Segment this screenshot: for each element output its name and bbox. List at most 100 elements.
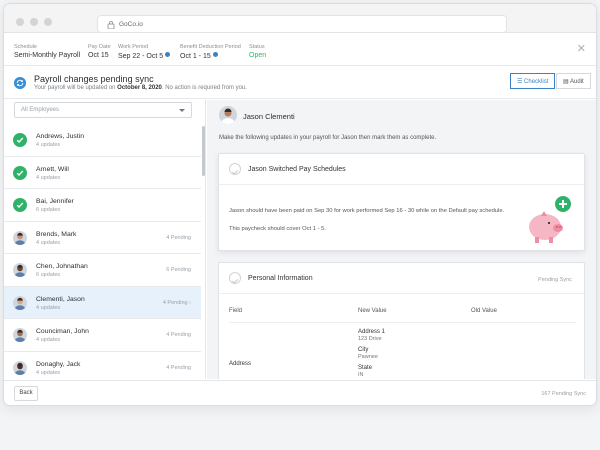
benefit-period-value: Oct 1 - 15: [180, 53, 211, 60]
sync-icon: [14, 77, 26, 89]
update-count: 4 updates: [36, 142, 61, 148]
instruction-text: Make the following updates in your payro…: [219, 135, 437, 141]
pending-count: 6 Pending: [166, 267, 191, 273]
lock-icon: [107, 20, 115, 29]
banner-title: Payroll changes pending sync: [34, 74, 154, 84]
employee-name: Arnett, Will: [36, 165, 69, 173]
update-count: 6 updates: [36, 207, 61, 213]
info-icon[interactable]: [165, 52, 171, 57]
banner-description: Your payroll will be updated on October …: [34, 85, 247, 91]
divider: [229, 322, 576, 323]
close-icon[interactable]: ✕: [577, 42, 586, 55]
check-circle-icon: [13, 198, 27, 212]
update-count: 4 updates: [36, 304, 61, 311]
divider: [219, 293, 584, 294]
field-name: Address: [229, 361, 252, 367]
schedule-info: Schedule Semi-Monthly Payroll: [14, 44, 80, 59]
update-count: 4 updates: [36, 239, 61, 246]
employee-list: Andrews, Justin 4 updates Arnett, Will 4 up…: [4, 124, 201, 379]
info-icon[interactable]: [212, 52, 218, 57]
status-info: Status Open: [249, 44, 266, 59]
employee-name: Counciman, John: [36, 328, 89, 335]
update-count: 4 updates: [36, 369, 61, 376]
pending-count: 4 Pending: [166, 234, 191, 241]
employee-list-item[interactable]: Bai, Jennifer 6 updates: [4, 189, 201, 222]
employee-list-item[interactable]: Counciman, John 4 updates 4 Pending: [4, 319, 201, 352]
employee-list-item[interactable]: Chen, Johnathan 6 updates 6 Pending: [4, 254, 201, 287]
check-circle-icon: [13, 133, 27, 147]
benefit-period-info: Benefit Deduction Period Oct 1 - 15: [180, 44, 241, 60]
column-header-old-value: Old Value: [471, 308, 497, 314]
new-value-label: State: [358, 365, 373, 371]
sync-banner: Payroll changes pending sync Your payrol…: [4, 67, 596, 99]
chevron-right-icon: ›: [189, 299, 191, 306]
complete-checkbox[interactable]: [229, 272, 241, 284]
pending-count: 4 Pending: [166, 332, 191, 338]
check-circle-icon: [13, 165, 27, 180]
employee-list-item[interactable]: Clementi, Jason 4 updates 4 Pending ›: [4, 286, 201, 319]
complete-checkbox[interactable]: [229, 163, 241, 175]
employee-name: Chen, Johnathan: [36, 263, 88, 270]
window-maximize-dot[interactable]: [44, 18, 52, 26]
status-badge: Pending Sync: [538, 277, 572, 283]
avatar: [13, 360, 27, 375]
pending-sync-count: 167 Pending Sync: [541, 391, 586, 397]
employee-sidebar: All Employees Andrews, Justin 4 updates Ar…: [4, 100, 206, 379]
sidebar-scrollbar[interactable]: [202, 126, 205, 176]
new-value: Pawnee: [358, 354, 378, 360]
employee-list-item[interactable]: Andrews, Justin 4 updates: [4, 124, 201, 157]
new-value-label: City: [358, 347, 369, 353]
browser-chrome: GoCo.io: [4, 4, 596, 33]
benefit-period-label: Benefit Deduction Period: [180, 44, 241, 50]
employee-name: Clementi, Jason: [36, 295, 85, 303]
pay-date-info: Pay Date Oct 15: [88, 44, 111, 59]
new-value: 123 Drive: [358, 336, 382, 342]
employee-name: Donaghy, Jack: [36, 360, 81, 368]
url-text: GoCo.io: [119, 21, 143, 28]
employee-filter-select[interactable]: All Employees: [14, 102, 192, 118]
filter-placeholder: All Employees: [21, 107, 60, 113]
pay-date-label: Pay Date: [88, 44, 111, 50]
audit-toggle[interactable]: ▤ Audit: [556, 73, 591, 89]
employee-list-item[interactable]: Donaghy, Jack 4 updates 4 Pending: [4, 351, 201, 379]
employee-detail-panel: Jason Clementi Make the following update…: [207, 100, 596, 379]
update-count: 6 updates: [36, 272, 61, 278]
avatar: [13, 263, 27, 277]
pay-date-value: Oct 15: [88, 52, 109, 59]
employee-name-heading: Jason Clementi: [243, 112, 295, 121]
list-icon: ☰: [517, 79, 525, 85]
window-minimize-dot[interactable]: [30, 18, 38, 26]
employee-name: Andrews, Justin: [36, 133, 84, 140]
check-icon: [232, 170, 239, 175]
card-text: This paycheck should cover Oct 1 - 5.: [229, 226, 326, 232]
update-count: 4 updates: [36, 337, 61, 343]
employee-list-item[interactable]: Brends, Mark 4 updates 4 Pending: [4, 221, 201, 254]
chevron-down-icon: [179, 109, 185, 112]
employee-list-item[interactable]: Arnett, Will 4 updates: [4, 156, 201, 189]
back-button[interactable]: Back: [14, 386, 38, 401]
schedule-label: Schedule: [14, 44, 37, 50]
avatar: [219, 106, 237, 124]
card-title: Jason Switched Pay Schedules: [248, 166, 346, 173]
table-icon: ▤: [563, 79, 571, 85]
checklist-toggle[interactable]: ☰ Checklist: [510, 73, 556, 89]
address-bar[interactable]: GoCo.io: [97, 15, 507, 33]
status-badge: Open: [249, 52, 267, 59]
piggy-bank-icon: [529, 196, 571, 243]
new-value: IN: [358, 372, 364, 378]
work-period-value: Sep 22 - Oct 5: [118, 53, 164, 60]
card-text: Jason should have been paid on Sep 30 fo…: [229, 208, 505, 214]
check-icon: [232, 279, 239, 284]
work-period-info: Work Period Sep 22 - Oct 5: [118, 44, 171, 60]
window-close-dot[interactable]: [16, 18, 24, 26]
schedule-value: Semi-Monthly Payroll: [14, 52, 81, 59]
column-header-field: Field: [229, 308, 243, 314]
app-window: GoCo.io Schedule Semi-Monthly Payroll Pa…: [3, 3, 597, 406]
card-title: Personal Information: [248, 275, 313, 282]
avatar: [13, 230, 27, 245]
avatar: [13, 328, 27, 342]
new-value-label: Address 1: [358, 329, 386, 335]
avatar: [13, 295, 27, 310]
pending-count: 4 Pending: [166, 364, 191, 371]
status-label: Status: [249, 44, 265, 50]
